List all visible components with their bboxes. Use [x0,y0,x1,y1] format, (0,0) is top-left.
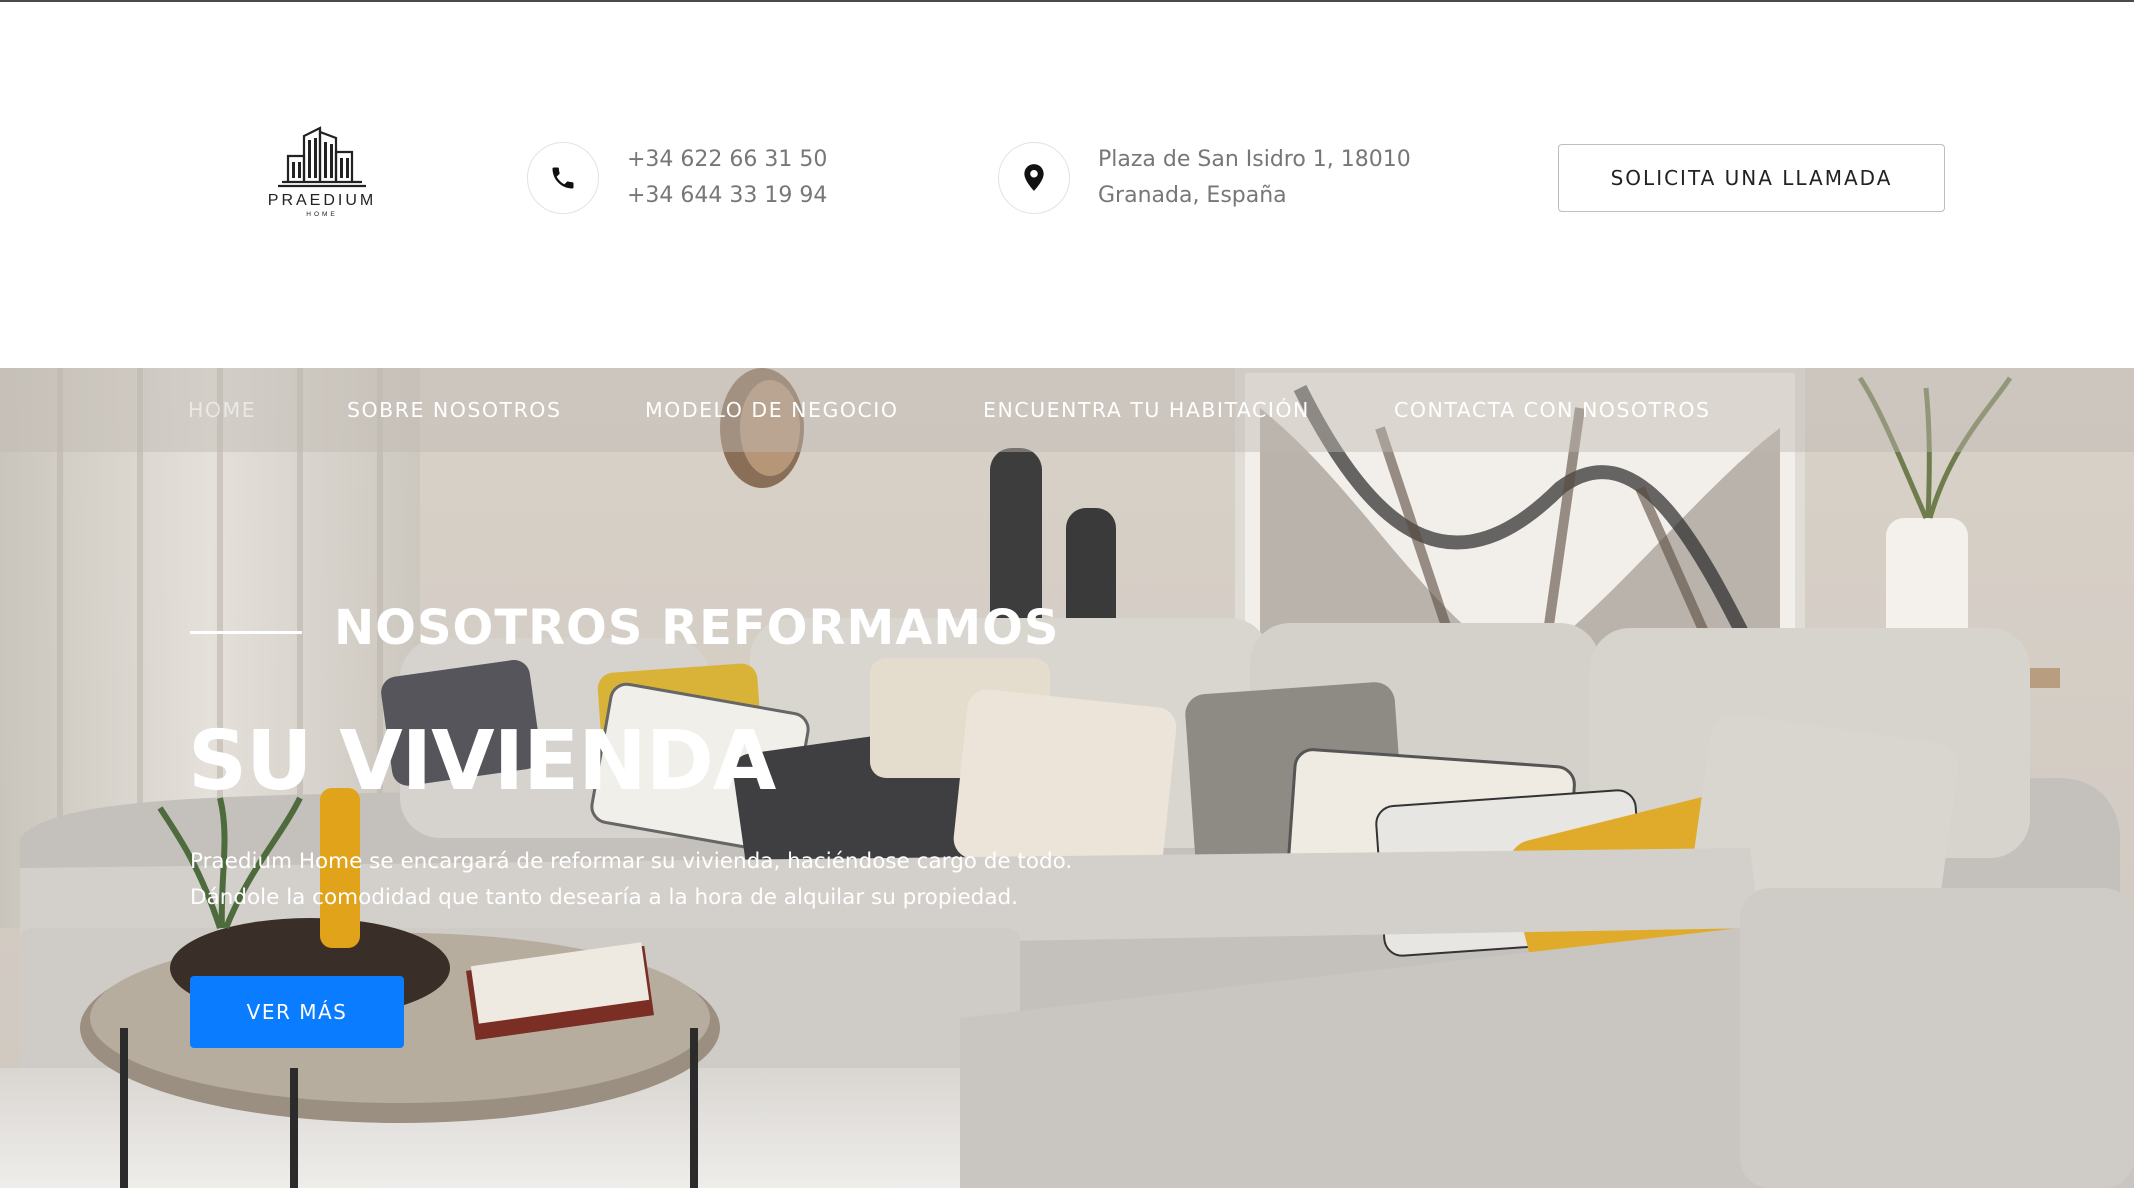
phone-contact: +34 622 66 31 50 +34 644 33 19 94 [527,140,827,216]
hero-description-line-1: Praedium Home se encargará de reformar s… [190,849,1073,874]
ver-mas-button[interactable]: VER MÁS [190,976,404,1048]
nav-item-home[interactable]: HOME [188,398,256,422]
building-logo-icon [278,126,366,188]
brand-subtitle: HOME [306,211,338,218]
nav-item-contacta-con-nosotros[interactable]: CONTACTA CON NOSOTROS [1394,398,1711,422]
site-header: PRAEDIUM HOME +34 622 66 31 50 +34 644 3… [0,2,2134,368]
phone-icon [527,142,599,214]
phone-number-2[interactable]: +34 644 33 19 94 [627,178,827,214]
main-navigation: HOME SOBRE NOSOTROS MODELO DE NEGOCIO EN… [0,368,2134,452]
brand-name: PRAEDIUM [267,192,377,209]
brand-logo[interactable]: PRAEDIUM HOME [262,122,382,234]
address-line-2: Granada, España [1098,183,1287,208]
hero-section: HOME SOBRE NOSOTROS MODELO DE NEGOCIO EN… [0,368,2134,1188]
nav-item-modelo-de-negocio[interactable]: MODELO DE NEGOCIO [645,398,898,422]
phone-number-1[interactable]: +34 622 66 31 50 [627,142,827,178]
request-call-button[interactable]: SOLICITA UNA LLAMADA [1558,144,1945,212]
nav-item-encuentra-tu-habitacion[interactable]: ENCUENTRA TU HABITACIÓN [983,398,1310,422]
hero-headline: SU VIVIENDA [188,714,776,809]
location-pin-icon [998,142,1070,214]
hero-description-line-2: Dándole la comodidad que tanto desearía … [190,885,1018,910]
phone-numbers: +34 622 66 31 50 +34 644 33 19 94 [627,142,827,214]
address-line-1: Plaza de San Isidro 1, 18010 [1098,147,1411,172]
address-text: Plaza de San Isidro 1, 18010 Granada, Es… [1098,142,1411,214]
address-contact: Plaza de San Isidro 1, 18010 Granada, Es… [998,140,1411,216]
hero-description: Praedium Home se encargará de reformar s… [190,844,1072,916]
nav-item-sobre-nosotros[interactable]: SOBRE NOSOTROS [347,398,561,422]
hero-kicker: NOSOTROS REFORMAMOS [334,600,1060,656]
kicker-divider [190,631,302,634]
